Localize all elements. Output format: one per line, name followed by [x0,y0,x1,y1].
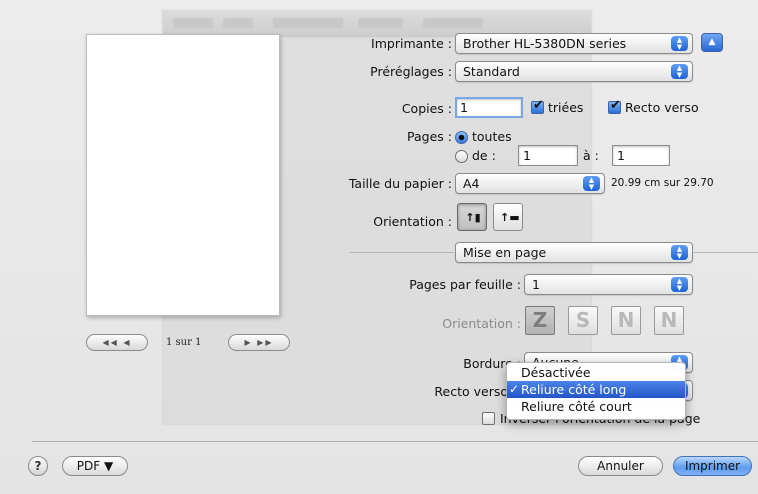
menu-item-short-edge[interactable]: Reliure côté court [507,398,685,415]
duplex-checkbox[interactable] [608,100,621,114]
popup-arrows-icon: ▲▼ [671,277,688,292]
next-page-button[interactable]: ▶ ▶▶ [228,334,290,351]
portrait-icon: ↑▮ [465,211,481,224]
reverse-n-order-icon[interactable]: N [654,306,684,335]
help-button[interactable]: ? [28,456,48,476]
paper-size-value: A4 [463,176,480,191]
n-order-icon[interactable]: N [611,306,641,335]
section-separator-right [694,252,758,253]
popup-arrows-icon: ▲▼ [671,36,688,51]
footer-separator [32,441,758,442]
presets-label: Préréglages : [370,64,452,79]
pages-per-sheet-select[interactable]: 1 ▲ ▼ [524,274,693,295]
landscape-icon: ↑▬ [500,211,520,224]
pdf-button[interactable]: PDF ▼ [62,456,128,476]
menu-item-long-edge[interactable]: ✓ Reliure côté long [507,381,685,398]
print-button[interactable]: Imprimer [673,456,752,476]
print-dialog: ◀◀ ◀ 1 sur 1 ▶ ▶▶ Imprimante : Brother H… [0,0,758,494]
pages-to-input[interactable]: 1 [612,145,670,166]
presets-select[interactable]: Standard ▲ ▼ [455,61,693,82]
pages-per-sheet-label: Pages par feuille : [409,277,521,292]
pages-all-label: toutes [472,129,512,144]
popup-arrows-icon: ▲▼ [671,245,688,260]
printer-label: Imprimante : [371,36,452,51]
menu-item-label: Reliure côté court [521,399,632,414]
layout-orientation-label: Orientation : [442,316,521,331]
pages-per-sheet-value: 1 [532,277,540,292]
cancel-button[interactable]: Annuler [578,456,663,476]
pages-to-label: à : [583,148,599,163]
page-count: 1 sur 1 [166,337,202,348]
z-order-icon[interactable]: Z [525,306,555,335]
pages-all-radio[interactable] [455,131,468,144]
duplex-menu: Désactivée ✓ Reliure côté long Reliure cô… [506,362,686,420]
paper-size-select[interactable]: A4 ▲ ▼ [455,173,605,194]
duplex-label: Recto verso [625,100,699,115]
menu-item-label: Désactivée [521,365,591,380]
printer-select[interactable]: Brother HL-5380DN series ▲ ▼ [455,33,693,54]
paper-dimensions: 20.99 cm sur 29.70 [611,177,714,189]
landscape-button[interactable]: ↑▬ [493,203,523,231]
previous-page-button[interactable]: ◀◀ ◀ [86,334,148,351]
printer-value: Brother HL-5380DN series [463,36,627,51]
layout-duplex-label: Recto verso [434,384,508,399]
copies-label: Copies : [401,101,452,116]
menu-item-label: Reliure côté long [521,382,627,397]
pages-range-radio[interactable] [455,150,468,163]
page-preview [86,34,280,316]
copies-input[interactable]: 1 [455,97,523,118]
orientation-label: Orientation : [373,214,452,229]
reverse-z-order-icon[interactable]: S [568,306,598,335]
reverse-orientation-checkbox[interactable] [482,412,495,425]
pages-from-label: de : [472,148,496,163]
section-select[interactable]: Mise en page ▲ ▼ [455,242,693,263]
pages-from-input[interactable]: 1 [518,145,578,166]
pages-label: Pages : [407,129,452,144]
section-value: Mise en page [463,245,547,260]
paper-size-label: Taille du papier : [348,176,452,191]
check-icon: ✓ [509,382,520,396]
presets-value: Standard [463,64,520,79]
popup-arrows-icon: ▲▼ [583,176,600,191]
menu-item-off[interactable]: Désactivée [507,364,685,381]
portrait-button[interactable]: ↑▮ [457,203,487,231]
collated-label: triées [548,100,584,115]
popup-arrows-icon: ▲▼ [671,64,688,79]
disclosure-up-icon[interactable]: ▲ [701,33,723,52]
section-separator-left [350,252,454,253]
collated-checkbox[interactable] [531,100,544,114]
